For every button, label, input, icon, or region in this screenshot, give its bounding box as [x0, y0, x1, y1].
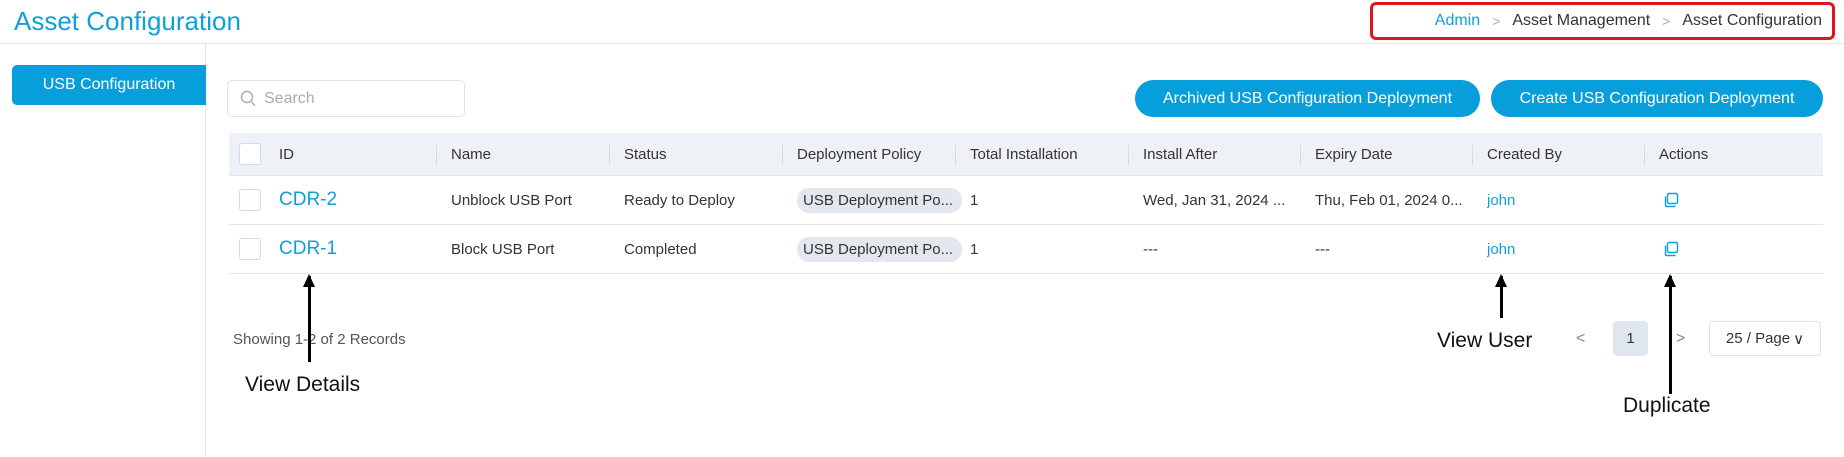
table-row: CDR-2 Unblock USB Port Ready to Deploy U… [229, 176, 1823, 225]
next-page-button[interactable]: > [1676, 330, 1685, 348]
id-link[interactable]: CDR-2 [279, 176, 337, 224]
chevron-down-icon: ∨ [1793, 330, 1805, 348]
arrow-up-icon [1495, 274, 1507, 318]
prev-page-button[interactable]: < [1576, 330, 1585, 348]
records-summary: Showing 1-2 of 2 Records [233, 331, 406, 348]
policy-badge: USB Deployment Po... [797, 187, 962, 213]
column-divider [1300, 145, 1301, 165]
annotation-view-details: View Details [245, 373, 361, 396]
col-created-by: Created By [1487, 145, 1563, 163]
arrow-up-icon [1664, 274, 1676, 394]
table-row: CDR-1 Block USB Port Completed USB Deplo… [229, 225, 1823, 274]
breadcrumb-asset-configuration: Asset Configuration [1682, 12, 1822, 29]
search-icon [240, 90, 256, 107]
id-link[interactable]: CDR-1 [279, 225, 337, 273]
col-expiry-date: Expiry Date [1315, 145, 1393, 163]
column-divider [436, 145, 437, 165]
total-cell: 1 [970, 191, 979, 209]
duplicate-icon[interactable] [1663, 176, 1679, 224]
select-all-checkbox[interactable] [239, 143, 261, 165]
breadcrumb: Admin > Asset Management > Asset Configu… [1370, 2, 1835, 40]
col-status: Status [624, 145, 667, 163]
table-header: ID Name Status Deployment Policy Total I… [229, 133, 1823, 176]
page-title: Asset Configuration [14, 6, 241, 36]
expiry-cell: --- [1315, 240, 1330, 258]
column-divider [955, 145, 956, 165]
chevron-right-icon: > [1492, 13, 1501, 29]
column-divider [1472, 145, 1473, 165]
status-cell: Ready to Deploy [624, 191, 735, 209]
column-divider [782, 145, 783, 165]
deployment-table: ID Name Status Deployment Policy Total I… [229, 133, 1823, 274]
policy-badge: USB Deployment Po... [797, 236, 962, 262]
install-after-cell: --- [1143, 240, 1158, 258]
column-divider [1128, 145, 1129, 165]
breadcrumb-admin[interactable]: Admin [1435, 12, 1480, 30]
row-checkbox[interactable] [239, 189, 261, 211]
header-divider [0, 43, 1844, 44]
expiry-cell: Thu, Feb 01, 2024 0... [1315, 191, 1463, 209]
col-deployment-policy: Deployment Policy [797, 145, 922, 163]
annotation-view-user: View User [1437, 329, 1533, 352]
name-cell: Unblock USB Port [451, 191, 572, 209]
duplicate-icon[interactable] [1663, 225, 1679, 273]
created-by-link[interactable]: john [1487, 176, 1515, 224]
created-by-link[interactable]: john [1487, 225, 1515, 273]
create-deployment-button[interactable]: Create USB Configuration Deployment [1491, 80, 1823, 117]
status-cell: Completed [624, 240, 697, 258]
archived-deployment-button[interactable]: Archived USB Configuration Deployment [1135, 80, 1480, 117]
breadcrumb-asset-management[interactable]: Asset Management [1512, 12, 1650, 30]
column-divider [1644, 145, 1645, 165]
col-id: ID [279, 145, 294, 163]
page-size-value: 25 / Page [1725, 330, 1791, 347]
install-after-cell: Wed, Jan 31, 2024 ... [1143, 191, 1286, 209]
col-name: Name [451, 145, 492, 163]
search-placeholder: Search [264, 89, 315, 107]
sidebar-item-usb-configuration[interactable]: USB Configuration [12, 65, 206, 105]
name-cell: Block USB Port [451, 240, 555, 258]
page-1-button[interactable]: 1 [1613, 321, 1648, 356]
column-divider [609, 145, 610, 165]
row-checkbox[interactable] [239, 238, 261, 260]
arrow-up-icon [303, 274, 315, 362]
col-install-after: Install After [1143, 145, 1218, 163]
col-actions: Actions [1659, 145, 1709, 163]
sidebar [0, 44, 206, 457]
page-size-select[interactable]: 25 / Page ∨ [1709, 321, 1821, 356]
total-cell: 1 [970, 240, 979, 258]
search-input[interactable]: Search [227, 80, 465, 117]
annotation-duplicate: Duplicate [1623, 394, 1711, 417]
chevron-right-icon: > [1662, 13, 1671, 29]
col-total-installation: Total Installation [970, 145, 1078, 163]
